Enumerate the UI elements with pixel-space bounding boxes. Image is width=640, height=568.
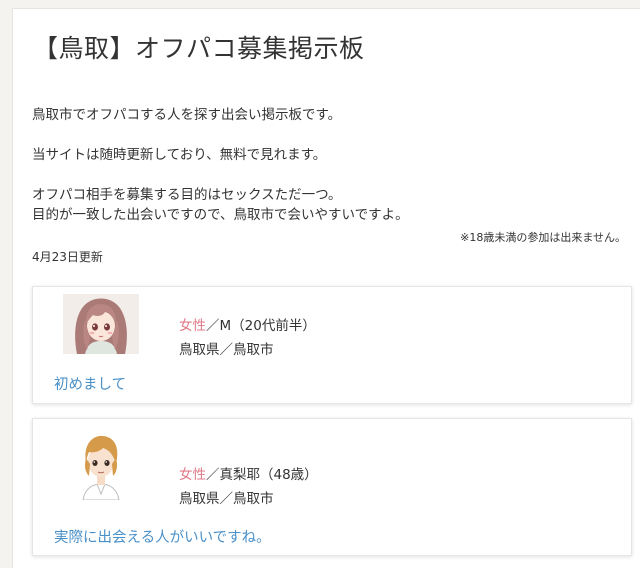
page-title: 【鳥取】オフパコ募集掲示板	[33, 34, 365, 63]
intro-line-3: オフパコ相手を募集する目的はセックスただ一つ。	[32, 187, 342, 203]
intro-line-1: 鳥取市でオフパコする人を探す出会い掲示板です。	[32, 107, 342, 123]
updated-date: 4月23日更新	[32, 250, 103, 264]
post-card[interactable]: 女性／M（20代前半） 鳥取県／鳥取市 初めまして	[32, 286, 632, 404]
post-message-link[interactable]: 初めまして	[54, 373, 126, 394]
post-message-link[interactable]: 実際に出会える人がいいですね。	[54, 526, 271, 547]
post-info: 女性／真梨耶（48歳） 鳥取県／鳥取市	[179, 463, 318, 511]
location: 鳥取県／鳥取市	[179, 491, 274, 507]
anime-girl-pink-hair-avatar-icon[interactable]	[63, 294, 139, 354]
separator: ／	[206, 467, 220, 483]
post-profile-line: 女性／真梨耶（48歳）	[179, 463, 318, 487]
separator: ／	[206, 318, 220, 334]
gender-label: 女性	[179, 318, 206, 334]
name-age: 真梨耶（48歳）	[219, 467, 318, 483]
post-info: 女性／M（20代前半） 鳥取県／鳥取市	[179, 314, 316, 362]
post-profile-line: 女性／M（20代前半）	[179, 314, 316, 338]
post-card[interactable]: 女性／真梨耶（48歳） 鳥取県／鳥取市 実際に出会える人がいいですね。	[32, 418, 632, 556]
age-notice: ※18歳未満の参加は出来ません。	[460, 231, 626, 244]
intro-line-2: 当サイトは随時更新しており、無料で見れます。	[32, 147, 327, 163]
location: 鳥取県／鳥取市	[179, 342, 274, 358]
intro-text: 鳥取市でオフパコする人を探す出会い掲示板です。 当サイトは随時更新しており、無料…	[32, 105, 632, 225]
anime-woman-blonde-short-hair-avatar-icon[interactable]	[63, 428, 139, 501]
board-page: 【鳥取】オフパコ募集掲示板 鳥取市でオフパコする人を探す出会い掲示板です。 当サ…	[12, 8, 640, 568]
gender-label: 女性	[179, 467, 206, 483]
intro-line-4: 目的が一致した出会いですので、鳥取市で会いやすいですよ。	[32, 207, 409, 223]
name-age: M（20代前半）	[219, 318, 316, 334]
